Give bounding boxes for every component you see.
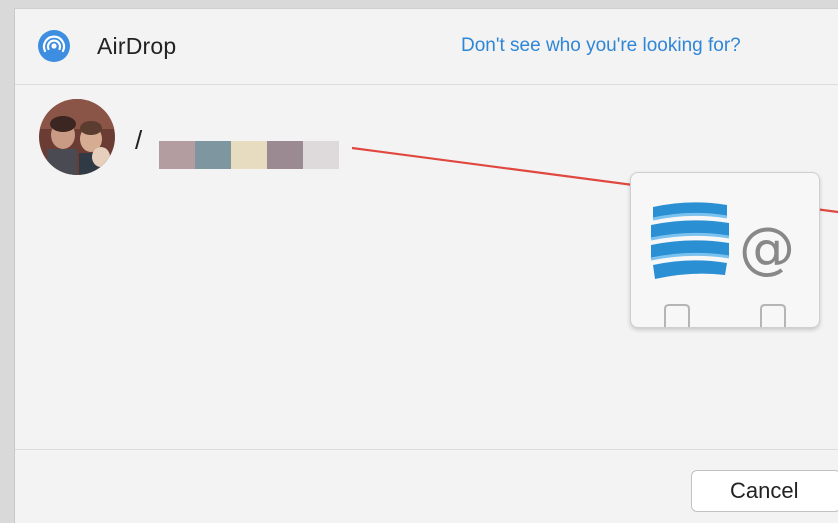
contact-name-fragment: / bbox=[135, 125, 143, 155]
header: AirDrop Don't see who you're looking for… bbox=[15, 9, 838, 85]
obscured-name-block bbox=[231, 141, 267, 169]
dragged-file-card[interactable]: @ bbox=[630, 172, 820, 328]
contact-name: / bbox=[135, 121, 345, 169]
obscured-name-block bbox=[195, 141, 231, 169]
cancel-button[interactable]: Cancel bbox=[691, 470, 838, 512]
airdrop-icon bbox=[37, 29, 71, 63]
svg-text:@: @ bbox=[739, 216, 795, 281]
help-link[interactable]: Don't see who you're looking for? bbox=[461, 35, 741, 57]
obscured-name-block bbox=[267, 141, 303, 169]
avatar bbox=[39, 99, 115, 175]
contact-item[interactable]: / bbox=[39, 99, 339, 179]
att-mail-at-icon: @ bbox=[650, 202, 795, 327]
window-title: AirDrop bbox=[97, 33, 177, 59]
footer-divider bbox=[15, 449, 838, 450]
obscured-name-block bbox=[159, 141, 195, 169]
obscured-name-block bbox=[303, 141, 339, 169]
